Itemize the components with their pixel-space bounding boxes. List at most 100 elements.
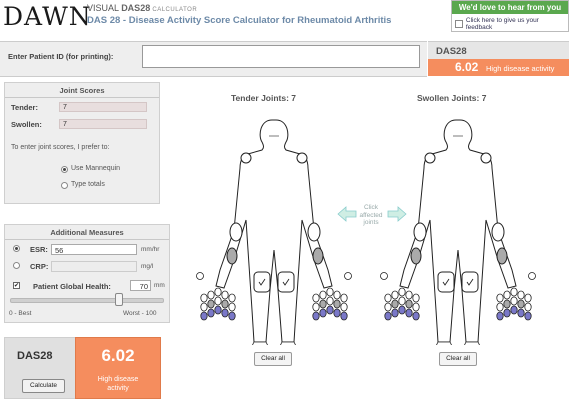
right-finger-joint[interactable]: [510, 296, 518, 306]
left-finger-joint[interactable]: [228, 293, 236, 303]
right-finger-joint[interactable]: [503, 290, 511, 300]
feedback-box[interactable]: We'd love to hear from you Click here to…: [451, 0, 569, 32]
left-finger-joint[interactable]: [412, 293, 420, 303]
type-totals-radio[interactable]: [61, 182, 68, 189]
right-thumb-joint[interactable]: [528, 272, 536, 280]
right-finger-joint[interactable]: [340, 311, 348, 321]
use-mannequin-label[interactable]: Use Mannequin: [71, 165, 120, 172]
left-finger-joint[interactable]: [200, 302, 208, 312]
right-finger-joint[interactable]: [333, 299, 341, 309]
left-finger-joint[interactable]: [207, 290, 215, 300]
left-finger-joint[interactable]: [214, 287, 222, 297]
patient-global-health-checkbox[interactable]: ✔: [13, 282, 20, 289]
crp-input[interactable]: [51, 261, 137, 272]
right-finger-joint[interactable]: [510, 287, 518, 297]
left-finger-joint[interactable]: [405, 308, 413, 318]
patient-id-input[interactable]: [142, 45, 420, 68]
right-finger-joint[interactable]: [517, 290, 525, 300]
left-finger-joint[interactable]: [412, 311, 420, 321]
right-shoulder-joint[interactable]: [480, 152, 492, 164]
left-finger-joint[interactable]: [228, 311, 236, 321]
right-finger-joint[interactable]: [496, 293, 504, 303]
global-health-slider-thumb[interactable]: [114, 293, 123, 306]
right-finger-joint[interactable]: [340, 293, 348, 303]
right-finger-joint[interactable]: [524, 293, 532, 303]
right-shoulder-joint[interactable]: [296, 152, 308, 164]
global-health-slider-track[interactable]: [10, 298, 164, 303]
left-finger-joint[interactable]: [207, 308, 215, 318]
clear-swollen-button[interactable]: Clear all: [439, 352, 477, 366]
right-finger-joint[interactable]: [496, 311, 504, 321]
calculate-button[interactable]: Calculate: [22, 379, 65, 393]
left-wrist-joint[interactable]: [410, 247, 422, 265]
left-elbow-joint[interactable]: [229, 222, 243, 242]
right-wrist-joint[interactable]: [496, 247, 508, 265]
right-finger-joint[interactable]: [496, 302, 504, 312]
feedback-link[interactable]: Click here to give us your feedback: [466, 17, 565, 31]
right-finger-joint[interactable]: [319, 308, 327, 318]
crp-radio[interactable]: [13, 262, 20, 269]
esr-radio[interactable]: [13, 245, 20, 252]
left-knee-joint[interactable]: [253, 271, 271, 293]
type-totals-label[interactable]: Type totals: [71, 181, 105, 188]
left-finger-joint[interactable]: [200, 293, 208, 303]
left-shoulder-joint[interactable]: [424, 152, 436, 164]
esr-input[interactable]: 56: [51, 244, 137, 255]
left-finger-joint[interactable]: [384, 293, 392, 303]
left-finger-joint[interactable]: [384, 302, 392, 312]
left-finger-joint[interactable]: [398, 287, 406, 297]
right-elbow-joint[interactable]: [491, 222, 505, 242]
right-finger-joint[interactable]: [510, 305, 518, 315]
right-finger-joint[interactable]: [517, 299, 525, 309]
right-finger-joint[interactable]: [517, 308, 525, 318]
left-finger-joint[interactable]: [391, 299, 399, 309]
left-wrist-joint[interactable]: [226, 247, 238, 265]
right-finger-joint[interactable]: [326, 287, 334, 297]
left-finger-joint[interactable]: [405, 290, 413, 300]
left-finger-joint[interactable]: [391, 308, 399, 318]
swollen-input[interactable]: 7: [59, 119, 147, 129]
left-finger-joint[interactable]: [398, 305, 406, 315]
right-elbow-joint[interactable]: [307, 222, 321, 242]
right-knee-joint[interactable]: [277, 271, 295, 293]
right-finger-joint[interactable]: [333, 290, 341, 300]
right-finger-joint[interactable]: [326, 305, 334, 315]
right-finger-joint[interactable]: [503, 299, 511, 309]
right-knee-joint[interactable]: [461, 271, 479, 293]
left-finger-joint[interactable]: [221, 308, 229, 318]
left-finger-joint[interactable]: [384, 311, 392, 321]
left-shoulder-joint[interactable]: [240, 152, 252, 164]
right-finger-joint[interactable]: [524, 311, 532, 321]
left-finger-joint[interactable]: [221, 299, 229, 309]
right-finger-joint[interactable]: [333, 308, 341, 318]
left-finger-joint[interactable]: [228, 302, 236, 312]
right-thumb-joint[interactable]: [344, 272, 352, 280]
left-thumb-joint[interactable]: [380, 272, 388, 280]
right-finger-joint[interactable]: [312, 293, 320, 303]
right-finger-joint[interactable]: [319, 299, 327, 309]
right-finger-joint[interactable]: [319, 290, 327, 300]
tender-input[interactable]: 7: [59, 102, 147, 112]
left-knee-joint[interactable]: [437, 271, 455, 293]
left-finger-joint[interactable]: [214, 296, 222, 306]
right-finger-joint[interactable]: [312, 302, 320, 312]
clear-tender-button[interactable]: Clear all: [254, 352, 292, 366]
left-finger-joint[interactable]: [200, 311, 208, 321]
right-finger-joint[interactable]: [340, 302, 348, 312]
left-thumb-joint[interactable]: [196, 272, 204, 280]
right-finger-joint[interactable]: [524, 302, 532, 312]
use-mannequin-radio[interactable]: [61, 166, 68, 173]
right-finger-joint[interactable]: [326, 296, 334, 306]
left-finger-joint[interactable]: [412, 302, 420, 312]
right-finger-joint[interactable]: [312, 311, 320, 321]
left-finger-joint[interactable]: [405, 299, 413, 309]
left-elbow-joint[interactable]: [413, 222, 427, 242]
right-wrist-joint[interactable]: [312, 247, 324, 265]
left-finger-joint[interactable]: [221, 290, 229, 300]
patient-global-health-input[interactable]: 70: [130, 280, 151, 291]
right-finger-joint[interactable]: [503, 308, 511, 318]
left-finger-joint[interactable]: [214, 305, 222, 315]
left-finger-joint[interactable]: [398, 296, 406, 306]
left-finger-joint[interactable]: [207, 299, 215, 309]
left-finger-joint[interactable]: [391, 290, 399, 300]
